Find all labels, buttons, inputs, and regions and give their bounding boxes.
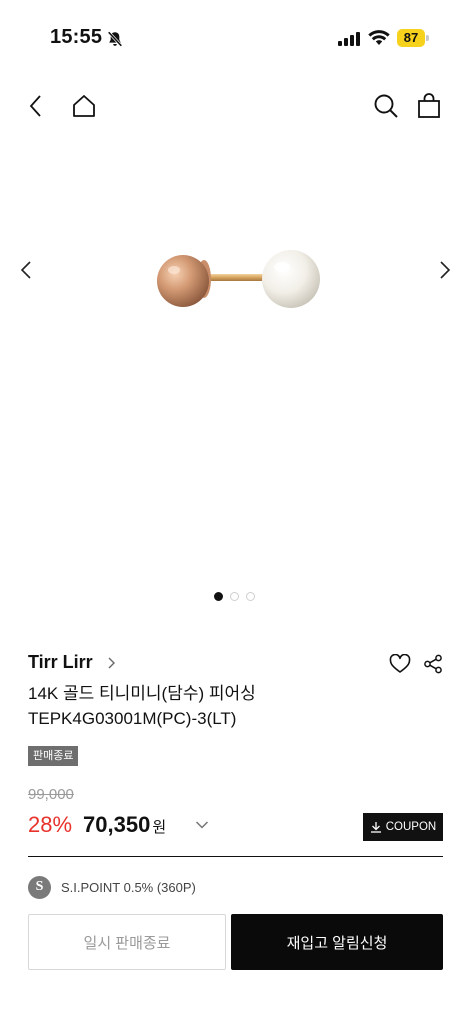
status-time: 15:55 <box>50 26 103 48</box>
chevron-left-icon <box>20 261 31 279</box>
share-icon[interactable] <box>423 654 443 674</box>
battery-icon: 87 <box>397 29 429 47</box>
point-s-icon: S <box>28 875 51 899</box>
battery-cap <box>426 35 429 41</box>
gallery-next-button[interactable] <box>433 258 457 282</box>
coupon-label: COUPON <box>385 821 437 833</box>
search-icon <box>374 94 398 118</box>
back-button[interactable] <box>22 92 50 120</box>
back-chevron-icon <box>29 95 41 117</box>
wifi-icon <box>368 30 390 45</box>
gallery-prev-button[interactable] <box>14 258 38 282</box>
price-row: 28% 70,350 원 <box>28 812 166 842</box>
search-button[interactable] <box>372 92 400 120</box>
brand-row: Tirr Lirr <box>28 652 443 676</box>
home-button[interactable] <box>70 92 98 120</box>
restock-alert-button[interactable]: 재입고 알림신청 <box>231 914 443 970</box>
product-gallery[interactable] <box>0 140 471 610</box>
status-bar: 15:55 87 <box>0 0 471 76</box>
discount-rate: 28% <box>28 812 73 837</box>
gallery-dot[interactable] <box>246 592 255 601</box>
currency-unit: 원 <box>152 819 167 836</box>
chevron-right-icon <box>440 261 451 279</box>
home-icon <box>73 95 95 117</box>
cellular-signal-icon <box>338 32 360 46</box>
sale-price: 70,350 <box>83 812 151 837</box>
download-icon <box>370 822 381 833</box>
original-price: 99,000 <box>28 786 74 803</box>
temporarily-sold-out-button[interactable]: 일시 판매종료 <box>28 914 226 970</box>
divider <box>28 856 443 857</box>
wishlist-heart-icon[interactable] <box>389 654 411 674</box>
top-nav <box>0 86 471 126</box>
gallery-dot[interactable] <box>214 592 223 601</box>
chevron-down-icon[interactable] <box>195 820 209 830</box>
product-image <box>157 250 320 308</box>
cart-button[interactable] <box>415 92 443 120</box>
shopping-bag-icon <box>418 93 440 118</box>
point-info: S S.I.POINT 0.5% (360P) <box>28 875 196 899</box>
gallery-pagination <box>214 592 255 601</box>
coupon-button[interactable]: COUPON <box>363 813 443 841</box>
battery-level: 87 <box>397 29 425 47</box>
point-text: S.I.POINT 0.5% (360P) <box>61 879 196 895</box>
brand-link[interactable]: Tirr Lirr <box>28 652 93 673</box>
product-title: 14K 골드 티니미니(담수) 피어싱 TEPK4G03001M(PC)-3(L… <box>28 684 256 728</box>
chevron-right-icon <box>108 657 116 668</box>
gallery-dot[interactable] <box>230 592 239 601</box>
status-badge: 판매종료 <box>28 746 79 766</box>
bell-slash-icon <box>107 31 123 47</box>
